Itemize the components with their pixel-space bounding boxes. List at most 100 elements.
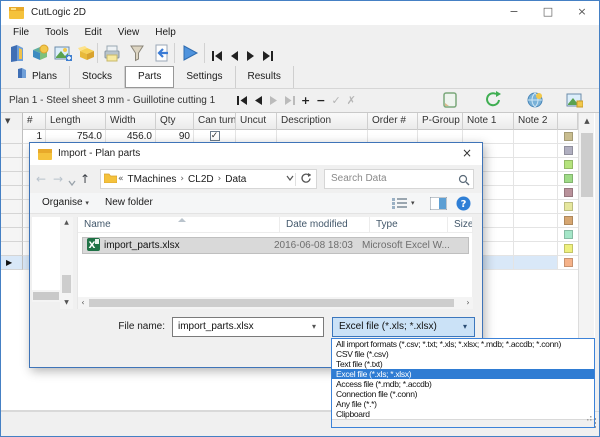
file-list-scrollbar-thumb[interactable] <box>89 299 454 307</box>
file-row[interactable]: X import_parts.xlsx 2016-06-08 18:03 Mic… <box>82 237 469 254</box>
row-selector[interactable] <box>1 186 23 200</box>
edit-picture-icon[interactable] <box>53 43 73 68</box>
last-record-icon[interactable] <box>262 48 274 66</box>
stock-box-icon[interactable] <box>77 43 97 68</box>
help-icon[interactable]: ? <box>456 196 471 219</box>
tab-parts[interactable]: Parts <box>125 66 174 88</box>
picture-icon[interactable] <box>565 91 583 114</box>
file-column-date-modified[interactable]: Date modified <box>280 217 370 232</box>
column-header-width[interactable]: Width <box>106 113 156 130</box>
file-type-option[interactable]: Excel file (*.xls; *.xlsx) <box>332 369 594 379</box>
cancel-edit-icon[interactable]: ✗ <box>347 94 356 107</box>
first-row-icon[interactable] <box>237 92 248 110</box>
column-header-[interactable]: # <box>23 113 46 130</box>
file-type-option[interactable]: Text file (*.txt) <box>332 359 594 369</box>
forward-icon[interactable]: → <box>53 169 63 189</box>
menu-item-edit[interactable]: Edit <box>76 25 109 40</box>
refresh-address-icon[interactable] <box>295 173 312 186</box>
menu-item-help[interactable]: Help <box>147 25 184 40</box>
grid-filter-icon[interactable]: ▼ <box>1 113 23 130</box>
address-dropdown-icon[interactable] <box>285 174 295 184</box>
current-row-indicator[interactable]: ▶ <box>1 256 23 270</box>
row-selector[interactable] <box>1 130 23 144</box>
row-selector[interactable] <box>1 242 23 256</box>
tab-results[interactable]: Results <box>236 66 294 88</box>
breadcrumb-segment-data[interactable]: Data <box>222 174 249 185</box>
breadcrumb-overflow[interactable]: « <box>117 174 125 184</box>
column-header-order[interactable]: Order # <box>368 113 418 130</box>
scrollbar-thumb[interactable] <box>581 133 593 197</box>
dropdown-resize-grip[interactable] <box>332 419 594 427</box>
row-selector[interactable] <box>1 200 23 214</box>
file-column-size[interactable]: Size <box>448 217 473 232</box>
file-list-hscrollbar[interactable]: ‹ › <box>78 297 473 309</box>
column-header-length[interactable]: Length <box>46 113 106 130</box>
breadcrumb[interactable]: « TMachines›CL2D›Data <box>100 169 317 189</box>
breadcrumb-segment-tmachines[interactable]: TMachines <box>125 174 180 185</box>
recent-locations-icon[interactable] <box>68 173 76 193</box>
up-icon[interactable]: ↑ <box>80 169 90 189</box>
menu-item-view[interactable]: View <box>110 25 148 40</box>
navigation-pane[interactable] <box>32 217 60 290</box>
navigation-pane-hscrollbar[interactable] <box>32 290 60 302</box>
navigation-pane-scrollbar[interactable]: ▲ ▼ <box>60 217 73 309</box>
column-header-can-turn[interactable]: Can turn <box>194 113 236 130</box>
last-row-icon[interactable] <box>284 92 295 110</box>
run-calculation-icon[interactable] <box>180 43 200 68</box>
nav-scrollbar-thumb[interactable] <box>62 275 71 293</box>
row-selector[interactable] <box>1 228 23 242</box>
sheet-icon[interactable] <box>441 91 459 114</box>
globe-icon[interactable] <box>526 91 544 114</box>
file-type-dropdown-icon[interactable]: ▾ <box>458 318 472 336</box>
file-type-option[interactable]: CSV file (*.csv) <box>332 349 594 359</box>
nav-scroll-down-icon[interactable]: ▼ <box>60 297 73 309</box>
menu-item-file[interactable]: File <box>5 25 37 40</box>
row-selector[interactable] <box>1 144 23 158</box>
commit-edit-icon[interactable]: ✓ <box>331 94 340 107</box>
add-row-icon[interactable]: + <box>301 94 310 107</box>
scroll-up-icon[interactable]: ▲ <box>579 113 595 129</box>
file-type-option[interactable]: Connection file (*.conn) <box>332 389 594 399</box>
views-icon[interactable] <box>392 197 408 217</box>
next-row-icon[interactable] <box>269 92 278 110</box>
preview-pane-icon[interactable] <box>430 197 447 218</box>
open-plan-icon[interactable] <box>7 43 27 68</box>
column-header-description[interactable]: Description <box>277 113 368 130</box>
views-dropdown-icon[interactable]: ▾ <box>411 193 415 213</box>
refresh-icon[interactable] <box>484 91 502 114</box>
can-turn-checkbox[interactable]: ✓ <box>210 131 220 141</box>
maximize-button[interactable]: □ <box>531 1 565 25</box>
row-selector[interactable] <box>1 172 23 186</box>
previous-row-icon[interactable] <box>254 92 263 110</box>
file-name-input[interactable]: import_parts.xlsx ▾ <box>172 317 324 337</box>
organise-button[interactable]: Organise ▾ <box>42 193 89 213</box>
file-type-option[interactable]: Access file (*.mdb; *.accdb) <box>332 379 594 389</box>
new-folder-button[interactable]: New folder <box>105 193 153 213</box>
tab-plans[interactable]: Plans <box>4 66 70 88</box>
column-header-note-1[interactable]: Note 1 <box>463 113 514 130</box>
minimize-button[interactable]: − <box>497 1 531 25</box>
column-header-note-2[interactable]: Note 2 <box>514 113 558 130</box>
first-record-icon[interactable] <box>211 48 223 66</box>
file-type-option[interactable]: Clipboard <box>332 409 594 419</box>
close-button[interactable]: × <box>565 1 599 25</box>
previous-record-icon[interactable] <box>229 48 239 66</box>
delete-row-icon[interactable]: − <box>316 94 325 107</box>
column-header-p-group[interactable]: P-Group <box>418 113 463 130</box>
tab-stocks[interactable]: Stocks <box>70 66 125 88</box>
scroll-left-icon[interactable]: ‹ <box>78 297 88 309</box>
nav-scroll-up-icon[interactable]: ▲ <box>60 217 73 229</box>
file-type-combo[interactable]: Excel file (*.xls; *.xlsx) ▾ <box>332 317 475 337</box>
row-selector[interactable] <box>1 158 23 172</box>
dialog-close-icon[interactable]: × <box>452 143 482 165</box>
next-record-icon[interactable] <box>246 48 256 66</box>
scroll-right-icon[interactable]: › <box>463 297 473 309</box>
breadcrumb-segment-cl2d[interactable]: CL2D <box>185 174 217 185</box>
new-plan-icon[interactable] <box>30 43 50 68</box>
print-icon[interactable] <box>102 43 122 68</box>
menu-item-tools[interactable]: Tools <box>37 25 76 40</box>
import-icon[interactable] <box>151 43 171 68</box>
file-name-dropdown-icon[interactable]: ▾ <box>307 318 321 336</box>
search-input[interactable]: Search Data <box>324 169 474 189</box>
tab-settings[interactable]: Settings <box>174 66 235 88</box>
